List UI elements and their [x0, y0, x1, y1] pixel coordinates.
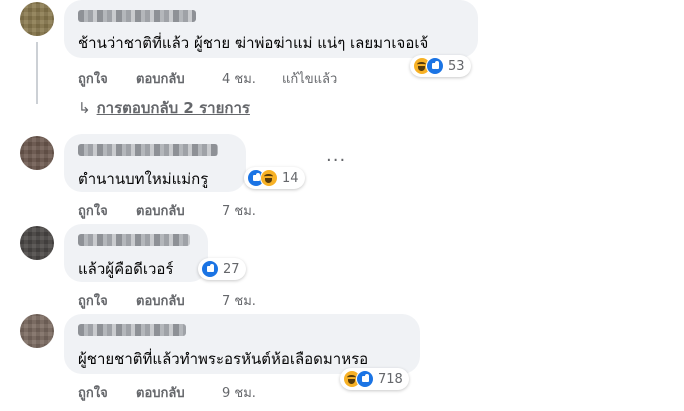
comment-actions: ถูกใจ ตอบกลับ 7 ชม. [0, 290, 684, 311]
reaction-count: 27 [223, 261, 240, 277]
comment-bubble: ช้านว่าชาติที่แล้ว ผู้ชาย ฆ่าพ่อฆ่าแม่ แ… [64, 0, 478, 58]
comment-actions: ถูกใจ ตอบกลับ 4 ชม. แก้ไขแล้ว [0, 68, 684, 89]
replies-link-label: การตอบกลับ 2 รายการ [96, 99, 250, 117]
comment-bubble: แล้วผู้คือดีเวอร์ [64, 224, 208, 282]
comment-actions: ถูกใจ ตอบกลับ 7 ชม. [0, 200, 684, 221]
reaction-summary[interactable]: 14 [244, 167, 305, 189]
reply-button[interactable]: ตอบกลับ [136, 382, 185, 403]
edited-label: แก้ไขแล้ว [282, 72, 338, 87]
comment-text: ช้านว่าชาติที่แล้ว ผู้ชาย ฆ่าพ่อฆ่าแม่ แ… [78, 34, 429, 52]
comment-actions: ถูกใจ ตอบกลับ 9 ชม. [0, 382, 684, 403]
timestamp[interactable]: 4 ชม. [222, 68, 256, 89]
like-button[interactable]: ถูกใจ [78, 382, 108, 403]
reply-button[interactable]: ตอบกลับ [136, 200, 185, 221]
reaction-summary[interactable]: 27 [198, 258, 246, 280]
comment-text: ตำนานบทใหม่แม่กรู [78, 170, 209, 188]
like-button[interactable]: ถูกใจ [78, 290, 108, 311]
comment-bubble: ผู้ชายชาติที่แล้วทำพระอรหันต์ห้อเลือดมาห… [64, 314, 420, 374]
commenter-name[interactable] [78, 324, 186, 336]
reaction-count: 14 [282, 170, 299, 186]
comment-text: ผู้ชายชาติที่แล้วทำพระอรหันต์ห้อเลือดมาห… [78, 350, 369, 368]
reply-button[interactable]: ตอบกลับ [136, 290, 185, 311]
commenter-name[interactable] [78, 10, 196, 22]
timestamp[interactable]: 7 ชม. [222, 290, 256, 311]
view-replies-link[interactable]: ↳ การตอบกลับ 2 รายการ [78, 96, 250, 120]
reply-arrow-icon: ↳ [78, 99, 91, 117]
haha-icon [260, 169, 278, 187]
comment-text: แล้วผู้คือดีเวอร์ [78, 260, 174, 278]
commenter-name[interactable] [78, 234, 190, 246]
timestamp[interactable]: 9 ชม. [222, 382, 256, 403]
like-button[interactable]: ถูกใจ [78, 200, 108, 221]
comment-bubble: ตำนานบทใหม่แม่กรู [64, 134, 246, 192]
like-icon [201, 260, 219, 278]
avatar[interactable] [20, 136, 54, 170]
more-options-icon[interactable]: ··· [326, 150, 346, 171]
commenter-name[interactable] [78, 144, 218, 156]
like-button[interactable]: ถูกใจ [78, 68, 108, 89]
avatar[interactable] [20, 2, 54, 36]
avatar[interactable] [20, 314, 54, 348]
timestamp[interactable]: 7 ชม. [222, 200, 256, 221]
reply-button[interactable]: ตอบกลับ [136, 68, 185, 89]
avatar[interactable] [20, 226, 54, 260]
